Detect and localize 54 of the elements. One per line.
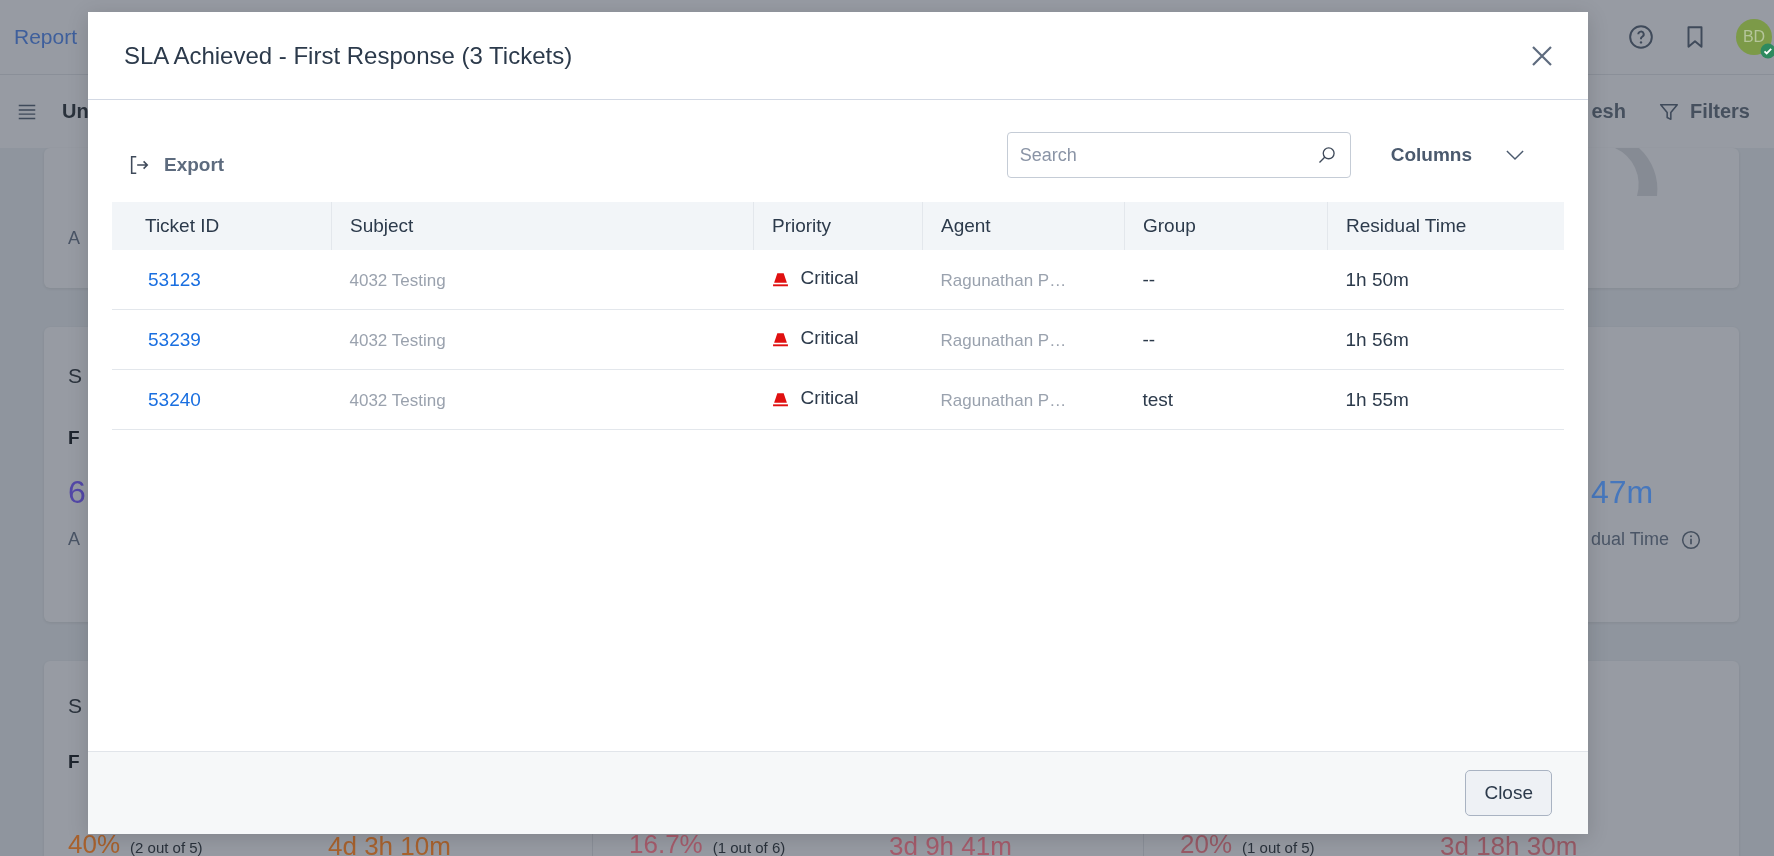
stat-value: 20%	[1180, 834, 1233, 855]
export-button[interactable]: Export	[128, 154, 225, 176]
table-cell: Critical	[800, 267, 859, 290]
search-field[interactable]: Search	[1006, 132, 1351, 178]
stat-value: 16.7%	[629, 834, 703, 855]
table-cell: Ragunathan P…	[940, 270, 1067, 290]
table-cell: 1h 50m	[1345, 268, 1409, 290]
columns-dropdown[interactable]: Columns	[1390, 144, 1524, 166]
table-cell: 1h 56m	[1345, 328, 1409, 350]
close-button[interactable]: Close	[1465, 770, 1552, 816]
column-header[interactable]: Subject	[331, 202, 754, 250]
metric-label: A	[68, 529, 81, 550]
metric-value: 6	[68, 473, 86, 511]
stat-detail: (1 out of 5)	[1242, 838, 1315, 856]
card-title: S	[68, 363, 83, 389]
ticket-link[interactable]: 53239	[148, 328, 201, 350]
column-header[interactable]: Ticket ID	[112, 202, 332, 250]
stat-value: 40%	[68, 834, 121, 855]
table-cell: 1h 55m	[1345, 388, 1409, 410]
table-cell: 4032 Testing	[349, 330, 446, 350]
help-icon[interactable]	[1628, 24, 1654, 50]
table-cell: --	[1142, 268, 1156, 290]
card-subtitle: F	[68, 426, 81, 450]
metric-value: 47m	[1590, 473, 1654, 511]
stat-time: 3d 18h 30m	[1440, 835, 1579, 856]
column-header[interactable]: Group	[1124, 202, 1328, 250]
table-cell: test	[1142, 388, 1174, 410]
card-title: S	[68, 693, 83, 719]
stat-time: 4d 3h 10m	[328, 835, 452, 856]
table-cell: Ragunathan P…	[940, 330, 1067, 350]
report-title: Un	[62, 100, 89, 123]
stat-detail: (1 out of 6)	[712, 838, 786, 856]
card-subtitle: F	[68, 750, 81, 774]
stat-detail: (2 out of 5)	[130, 838, 203, 856]
column-header[interactable]: Agent	[922, 202, 1125, 250]
chevron-down-icon	[1506, 149, 1524, 161]
check-badge-icon	[1760, 43, 1774, 59]
column-header[interactable]: Priority	[753, 202, 923, 250]
metric-label: dual Time	[1590, 529, 1669, 550]
table-cell: Critical	[800, 387, 859, 410]
table-cell: --	[1142, 328, 1156, 350]
stat-time: 3d 9h 41m	[889, 835, 1013, 856]
info-icon[interactable]	[1681, 529, 1701, 550]
dialog-title: SLA Achieved - First Response (3 Tickets)	[124, 41, 573, 70]
ticket-link[interactable]: 53123	[148, 268, 201, 290]
column-header[interactable]: Residual Time	[1327, 202, 1564, 250]
ticket-link[interactable]: 53240	[148, 388, 201, 410]
metric-label: A	[68, 228, 80, 249]
export-icon	[128, 154, 150, 176]
table-cell: 4032 Testing	[349, 270, 446, 290]
close-icon[interactable]	[1530, 43, 1554, 68]
table-cell: Critical	[800, 327, 859, 350]
table-cell: Ragunathan P…	[940, 390, 1067, 410]
table-cell: 4032 Testing	[349, 390, 446, 410]
